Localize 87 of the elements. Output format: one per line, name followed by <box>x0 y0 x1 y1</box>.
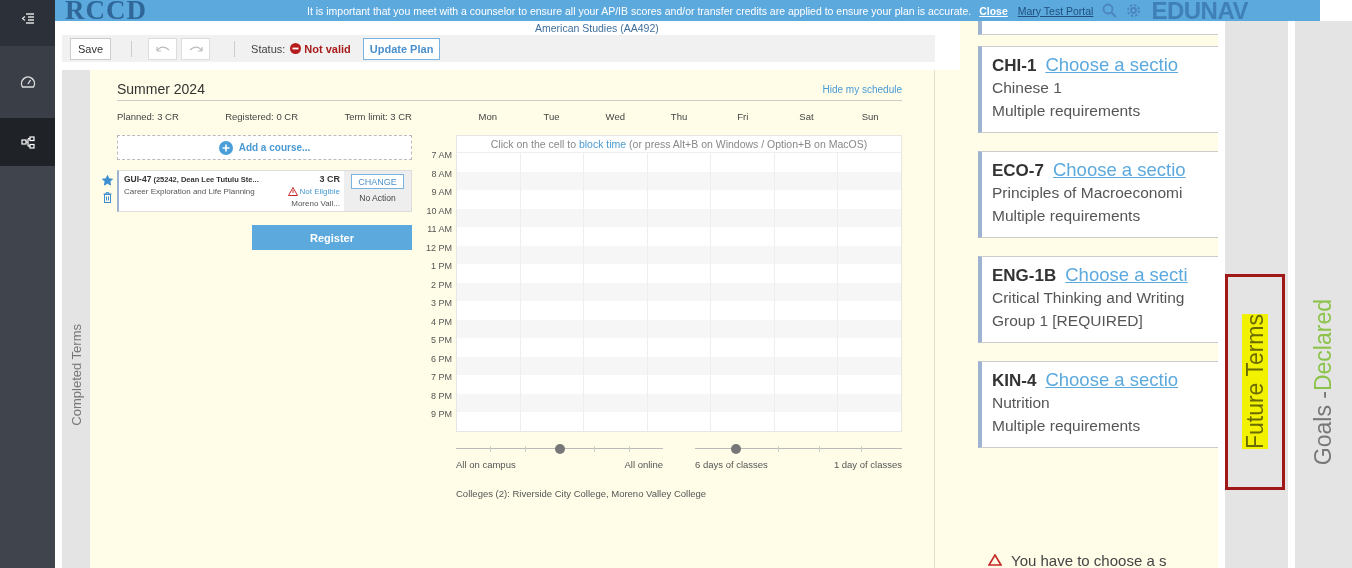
hierarchy-icon <box>20 135 35 149</box>
register-button[interactable]: Register <box>252 225 412 250</box>
day-header: Sat <box>798 111 815 124</box>
day-header: Fri <box>736 111 750 124</box>
update-plan-button[interactable]: Update Plan <box>362 37 441 60</box>
day-header: Thu <box>669 111 689 124</box>
course-code: KIN-4 <box>992 371 1037 391</box>
choose-section-link[interactable]: Choose a secti <box>1065 264 1188 286</box>
time-label: 10 AM <box>426 204 452 218</box>
close-link[interactable]: Close <box>979 4 1008 17</box>
slider-thumb[interactable] <box>554 443 565 454</box>
requirement-text: Multiple requirements <box>992 101 1142 121</box>
time-label: 8 PM <box>431 389 452 403</box>
logo: RCCD <box>65 0 147 21</box>
user-link[interactable]: Mary Test Portal <box>1017 4 1094 17</box>
sidebar-item[interactable] <box>0 0 55 46</box>
time-label: 12 PM <box>426 241 452 255</box>
choose-section-link[interactable]: Choose a sectio <box>1052 159 1186 181</box>
undo-icon <box>155 44 170 53</box>
course-title: Principles of Macroeconomi <box>992 183 1184 203</box>
menu-icon <box>21 12 34 24</box>
term-stat: Planned: 3 CR <box>117 111 179 124</box>
course-title: Nutrition <box>992 393 1051 413</box>
slider-max-label: All online <box>624 458 663 470</box>
eligibility-status: Not Eligible <box>299 186 340 197</box>
requirement-text: Group 1 [REQUIRED] <box>992 311 1144 331</box>
colleges-text: Colleges (2): Riverside City College, Moreno Valley College <box>456 487 708 499</box>
slider[interactable] <box>695 443 902 454</box>
course-campus: Moreno Vall... <box>291 198 340 209</box>
status-label: Status: <box>251 42 286 55</box>
schedule-grid[interactable]: Click on the cell to block time (or press Alt+B on Windows / Option+B on MacOS) <box>456 135 902 432</box>
time-label: 8 AM <box>431 167 452 181</box>
time-label: 1 PM <box>431 260 452 273</box>
time-label: 7 PM <box>431 371 452 384</box>
redo-icon <box>188 44 203 53</box>
time-label: 3 PM <box>431 297 452 310</box>
grid-hint: Click on the cell to block time (or press Alt+B on Windows / Option+B on MacOS) <box>457 136 901 153</box>
sidebar-item[interactable] <box>0 118 55 166</box>
choose-section-link[interactable]: Choose a sectio <box>1045 369 1179 391</box>
day-header: Tue <box>542 111 561 124</box>
plan-title: American Studies (AA492) <box>535 21 659 35</box>
day-header: Mon <box>477 111 499 124</box>
warning-icon <box>988 554 1002 566</box>
course-code: CHI-1 <box>992 56 1037 76</box>
slider-max-label: 1 day of classes <box>833 458 902 470</box>
course-code: GUI-47 <box>124 174 152 185</box>
hide-schedule-link[interactable]: Hide my schedule <box>822 83 902 95</box>
status-value: Not valid <box>304 42 351 55</box>
slider-min-label: 6 days of classes <box>695 458 768 470</box>
term-title: Summer 2024 <box>117 81 205 97</box>
add-course-button[interactable]: Add a course... <box>117 135 412 160</box>
time-label: 11 AM <box>427 223 452 236</box>
plus-icon <box>218 140 233 155</box>
change-button[interactable]: CHANGE <box>351 174 404 189</box>
side-tab[interactable]: Future Terms <box>1225 274 1285 490</box>
star-icon[interactable] <box>101 175 113 186</box>
term-stat: Registered: 0 CR <box>225 111 299 124</box>
trash-icon[interactable] <box>102 192 112 203</box>
course-code: ENG-1B <box>992 266 1057 286</box>
action-status: No Action <box>359 193 396 203</box>
gauge-icon <box>19 75 36 89</box>
course-title: Chinese 1 <box>992 78 1063 98</box>
course-credits: 3 CR <box>319 174 340 185</box>
save-button[interactable]: Save <box>70 37 112 60</box>
time-label: 7 AM <box>431 149 452 162</box>
slider-min-label: All on campus <box>456 458 516 470</box>
course-title: Critical Thinking and Writing <box>992 288 1186 308</box>
time-label: 5 PM <box>431 334 452 347</box>
day-header: Wed <box>604 111 626 124</box>
slider-thumb[interactable] <box>731 443 742 454</box>
requirement-text: Multiple requirements <box>992 416 1142 436</box>
time-label: 6 PM <box>431 352 452 366</box>
time-label: 2 PM <box>431 278 452 292</box>
term-stat: Term limit: 3 CR <box>344 111 412 124</box>
requirement-text: Multiple requirements <box>992 206 1142 226</box>
banner-message: It is important that you meet with a counselor to ensure all your AP/IB scores and/or transfer credits are applied to ensure your plan is accurate. <box>307 4 972 17</box>
time-label: 9 AM <box>431 186 452 199</box>
time-label: 9 PM <box>431 408 452 421</box>
warning-text: You have to choose a s <box>1011 551 1167 568</box>
day-header: Sun <box>860 111 880 124</box>
course-title: Career Exploration and Life Planning <box>124 186 255 197</box>
choose-section-link[interactable]: Choose a sectio <box>1045 54 1179 76</box>
time-label: 4 PM <box>431 315 452 329</box>
completed-terms-tab[interactable]: Completed Terms <box>62 70 90 568</box>
block-time-link[interactable]: block time <box>578 138 627 150</box>
slider[interactable] <box>456 443 663 454</box>
course-code: ECO-7 <box>992 161 1044 181</box>
